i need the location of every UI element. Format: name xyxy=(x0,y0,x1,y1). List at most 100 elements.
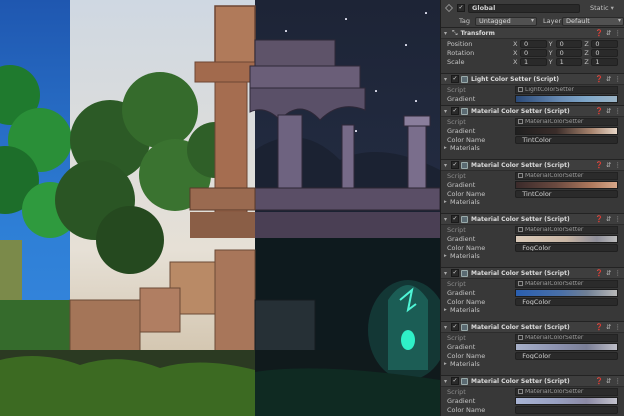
static-dropdown-icon[interactable]: ▾ xyxy=(611,4,614,12)
component-title: Material Color Setter (Script) xyxy=(471,161,570,169)
preset-icon[interactable]: ⇵ xyxy=(606,29,611,38)
transform-header[interactable]: ▾ ⤡ Transform ❓ ⇵ ⋮ xyxy=(441,28,624,39)
preset-icon[interactable]: ⇵ xyxy=(606,377,611,386)
script-object-field[interactable]: MaterialColorSetter xyxy=(515,171,618,180)
materials-foldout[interactable]: ▸ Materials xyxy=(441,144,624,152)
gradient-row: Gradient xyxy=(441,94,624,103)
scene-view[interactable] xyxy=(0,0,440,416)
script-row: Script MaterialColorSetter xyxy=(441,279,624,288)
gradient-field[interactable] xyxy=(515,234,618,243)
material-color-setter-header[interactable]: ▾ ✓ Material Color Setter (Script) ❓ ⇵ ⋮ xyxy=(441,376,624,387)
component-enabled-checkbox[interactable]: ✓ xyxy=(451,215,459,223)
help-icon[interactable]: ❓ xyxy=(595,107,603,116)
transform-y-field[interactable]: 1 xyxy=(555,57,583,66)
gradient-field[interactable] xyxy=(515,94,618,103)
transform-x-field[interactable]: 0 xyxy=(520,39,547,48)
foldout-arrow-icon[interactable]: ▾ xyxy=(444,162,450,169)
axis-y-label: Y xyxy=(548,48,553,57)
help-icon[interactable]: ❓ xyxy=(595,377,603,386)
script-row: Script LightColorSetter xyxy=(441,85,624,94)
color-name-field[interactable]: _FogColor xyxy=(515,351,618,360)
help-icon[interactable]: ❓ xyxy=(595,323,603,332)
light-color-setter-header[interactable]: ▾ ✓ Light Color Setter (Script) ❓ ⇵ ⋮ xyxy=(441,74,624,85)
layer-dropdown[interactable]: Default xyxy=(562,16,624,26)
transform-z-field[interactable]: 0 xyxy=(591,48,619,57)
foldout-arrow-icon[interactable]: ▾ xyxy=(444,216,450,223)
preset-icon[interactable]: ⇵ xyxy=(606,75,611,84)
active-checkbox[interactable]: ✓ xyxy=(457,4,465,12)
component-enabled-checkbox[interactable]: ✓ xyxy=(451,75,459,83)
preset-icon[interactable]: ⇵ xyxy=(606,107,611,116)
tag-dropdown[interactable]: Untagged xyxy=(475,16,537,26)
help-icon[interactable]: ❓ xyxy=(595,161,603,170)
transform-x-field[interactable]: 0 xyxy=(520,48,547,57)
help-icon[interactable]: ❓ xyxy=(595,29,603,38)
foldout-arrow-icon[interactable]: ▾ xyxy=(444,108,450,115)
gradient-field[interactable] xyxy=(515,288,618,297)
materials-foldout[interactable]: ▸ Materials xyxy=(441,198,624,206)
context-menu-icon[interactable]: ⋮ xyxy=(615,323,622,332)
help-icon[interactable]: ❓ xyxy=(595,215,603,224)
materials-foldout[interactable]: ▸ Materials xyxy=(441,252,624,260)
transform-row-scale: Scale X 1 Y 1 Z 1 xyxy=(441,57,624,66)
material-color-setter-header[interactable]: ▾ ✓ Material Color Setter (Script) ❓ ⇵ ⋮ xyxy=(441,106,624,117)
foldout-arrow-icon[interactable]: ▾ xyxy=(444,270,450,277)
color-name-field[interactable] xyxy=(515,405,618,414)
material-color-setter-header[interactable]: ▾ ✓ Material Color Setter (Script) ❓ ⇵ ⋮ xyxy=(441,268,624,279)
preset-icon[interactable]: ⇵ xyxy=(606,215,611,224)
context-menu-icon[interactable]: ⋮ xyxy=(615,215,622,224)
script-label: Script xyxy=(447,171,466,180)
foldout-arrow-icon[interactable]: ▾ xyxy=(444,378,450,385)
script-object-field[interactable]: MaterialColorSetter xyxy=(515,279,618,288)
inspector-panel[interactable]: ✓ Global Static ▾ Tag Untagged Layer Def… xyxy=(440,0,624,416)
preset-icon[interactable]: ⇵ xyxy=(606,323,611,332)
context-menu-icon[interactable]: ⋮ xyxy=(615,75,622,84)
component-enabled-checkbox[interactable]: ✓ xyxy=(451,107,459,115)
object-name-field[interactable]: Global xyxy=(468,3,580,13)
materials-foldout[interactable]: ▸ Materials xyxy=(441,360,624,368)
context-menu-icon[interactable]: ⋮ xyxy=(615,29,622,38)
script-object-field[interactable]: MaterialColorSetter xyxy=(515,117,618,126)
materials-foldout[interactable]: ▸ Materials xyxy=(441,306,624,314)
gradient-field[interactable] xyxy=(515,180,618,189)
color-name-field[interactable]: _FogColor xyxy=(515,297,618,306)
context-menu-icon[interactable]: ⋮ xyxy=(615,107,622,116)
foldout-arrow-icon[interactable]: ▾ xyxy=(444,76,450,83)
script-object-field[interactable]: LightColorSetter xyxy=(515,85,618,94)
color-name-field[interactable]: _TintColor xyxy=(515,135,618,144)
material-color-setter-header[interactable]: ▾ ✓ Material Color Setter (Script) ❓ ⇵ ⋮ xyxy=(441,322,624,333)
transform-y-field[interactable]: 0 xyxy=(555,39,583,48)
foldout-arrow-icon[interactable]: ▾ xyxy=(444,30,450,37)
component-enabled-checkbox[interactable]: ✓ xyxy=(451,269,459,277)
gradient-field[interactable] xyxy=(515,396,618,405)
context-menu-icon[interactable]: ⋮ xyxy=(615,161,622,170)
help-icon[interactable]: ❓ xyxy=(595,269,603,278)
transform-x-field[interactable]: 1 xyxy=(520,57,547,66)
preset-icon[interactable]: ⇵ xyxy=(606,269,611,278)
script-object-field[interactable]: MaterialColorSetter xyxy=(515,225,618,234)
gradient-field[interactable] xyxy=(515,342,618,351)
color-name-field[interactable]: _FogColor xyxy=(515,243,618,252)
script-object-field[interactable]: MaterialColorSetter xyxy=(515,333,618,342)
component-enabled-checkbox[interactable]: ✓ xyxy=(451,377,459,385)
material-color-setter-header[interactable]: ▾ ✓ Material Color Setter (Script) ❓ ⇵ ⋮ xyxy=(441,214,624,225)
material-color-setter-header[interactable]: ▾ ✓ Material Color Setter (Script) ❓ ⇵ ⋮ xyxy=(441,160,624,171)
transform-z-field[interactable]: 1 xyxy=(591,57,619,66)
transform-z-field[interactable]: 0 xyxy=(591,39,619,48)
context-menu-icon[interactable]: ⋮ xyxy=(615,377,622,386)
tag-label: Tag xyxy=(459,17,471,25)
gradient-field[interactable] xyxy=(515,126,618,135)
help-icon[interactable]: ❓ xyxy=(595,75,603,84)
gradient-label: Gradient xyxy=(447,288,476,297)
color-name-label: Color Name xyxy=(447,405,486,414)
script-object-field[interactable]: MaterialColorSetter xyxy=(515,387,618,396)
script-icon xyxy=(461,377,468,385)
component-enabled-checkbox[interactable]: ✓ xyxy=(451,161,459,169)
transform-y-field[interactable]: 0 xyxy=(555,48,583,57)
preset-icon[interactable]: ⇵ xyxy=(606,161,611,170)
color-name-field[interactable]: _TintColor xyxy=(515,189,618,198)
foldout-arrow-icon[interactable]: ▾ xyxy=(444,324,450,331)
context-menu-icon[interactable]: ⋮ xyxy=(615,269,622,278)
scene-artwork xyxy=(0,5,440,416)
component-enabled-checkbox[interactable]: ✓ xyxy=(451,323,459,331)
